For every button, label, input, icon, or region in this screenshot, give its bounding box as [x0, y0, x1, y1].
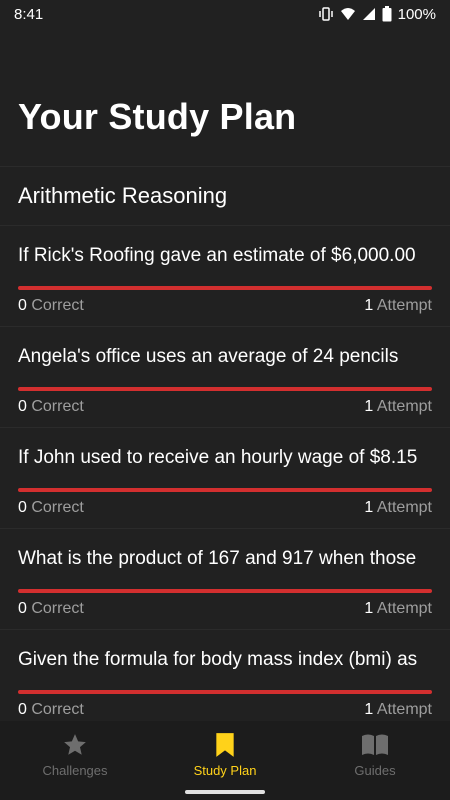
nav-item-challenges[interactable]: Challenges	[0, 721, 150, 800]
correct-count: 0	[18, 600, 27, 617]
question-text: Angela's office uses an average of 24 pe…	[18, 346, 399, 367]
book-icon	[361, 731, 389, 759]
progress-bar	[18, 387, 432, 391]
attempt-stat: 1 Attempt	[364, 701, 432, 719]
bottom-nav: Challenges Study Plan Guides	[0, 721, 450, 800]
bookmark-icon	[214, 731, 236, 759]
attempt-count: 1	[364, 398, 374, 415]
correct-count: 0	[18, 499, 27, 516]
correct-count: 0	[18, 297, 27, 314]
vibrate-icon	[318, 6, 334, 22]
list-item[interactable]: If John used to receive an hourly wage o…	[0, 427, 450, 528]
status-time: 8:41	[14, 5, 44, 23]
nav-item-study-plan[interactable]: Study Plan	[150, 721, 300, 800]
battery-icon	[382, 6, 392, 22]
correct-stat: 0 Correct	[18, 398, 84, 416]
attempt-label: Attempt	[373, 701, 432, 718]
progress-bar	[18, 690, 432, 694]
attempt-stat: 1 Attempt	[364, 398, 432, 416]
nav-label: Challenges	[42, 763, 108, 778]
attempt-count: 1	[364, 297, 374, 314]
attempt-count: 1	[364, 499, 374, 516]
attempt-label: Attempt	[373, 297, 432, 314]
attempt-label: Attempt	[373, 499, 432, 516]
correct-count: 0	[18, 701, 27, 718]
correct-count: 0	[18, 398, 27, 415]
home-indicator[interactable]	[185, 790, 265, 794]
correct-label: Correct	[26, 297, 84, 314]
question-text: If John used to receive an hourly wage o…	[18, 447, 418, 468]
attempt-label: Attempt	[373, 600, 432, 617]
progress-bar	[18, 488, 432, 492]
status-bar: 8:41 100%	[0, 0, 450, 28]
battery-percent: 100%	[397, 5, 436, 23]
section-header: Arithmetic Reasoning	[0, 166, 450, 224]
star-icon	[62, 731, 88, 759]
attempt-label: Attempt	[373, 398, 432, 415]
correct-stat: 0 Correct	[18, 499, 84, 517]
list-item[interactable]: If Rick's Roofing gave an estimate of $6…	[0, 225, 450, 326]
wifi-icon	[340, 6, 356, 22]
attempt-count: 1	[364, 701, 374, 718]
correct-stat: 0 Correct	[18, 701, 84, 719]
nav-label: Study Plan	[193, 763, 257, 778]
nav-label: Guides	[354, 763, 396, 778]
progress-bar	[18, 286, 432, 290]
correct-label: Correct	[26, 398, 84, 415]
correct-label: Correct	[26, 600, 84, 617]
question-text: What is the product of 167 and 917 when …	[18, 548, 417, 569]
nav-item-guides[interactable]: Guides	[300, 721, 450, 800]
attempt-count: 1	[364, 600, 374, 617]
status-icons: 100%	[318, 6, 436, 23]
progress-bar	[18, 589, 432, 593]
attempt-stat: 1 Attempt	[364, 297, 432, 315]
page-title: Your Study Plan	[18, 96, 297, 137]
list-item[interactable]: Given the formula for body mass index (b…	[0, 629, 450, 721]
correct-stat: 0 Correct	[18, 297, 84, 315]
question-text: Given the formula for body mass index (b…	[18, 649, 418, 670]
correct-label: Correct	[26, 701, 84, 718]
question-text: If Rick's Roofing gave an estimate of $6…	[18, 245, 416, 266]
list-item[interactable]: Angela's office uses an average of 24 pe…	[0, 326, 450, 427]
correct-label: Correct	[26, 499, 84, 516]
signal-icon	[362, 6, 376, 22]
attempt-stat: 1 Attempt	[364, 600, 432, 618]
list-item[interactable]: What is the product of 167 and 917 when …	[0, 528, 450, 629]
attempt-stat: 1 Attempt	[364, 499, 432, 517]
correct-stat: 0 Correct	[18, 600, 84, 618]
study-plan-list[interactable]: If Rick's Roofing gave an estimate of $6…	[0, 225, 450, 721]
